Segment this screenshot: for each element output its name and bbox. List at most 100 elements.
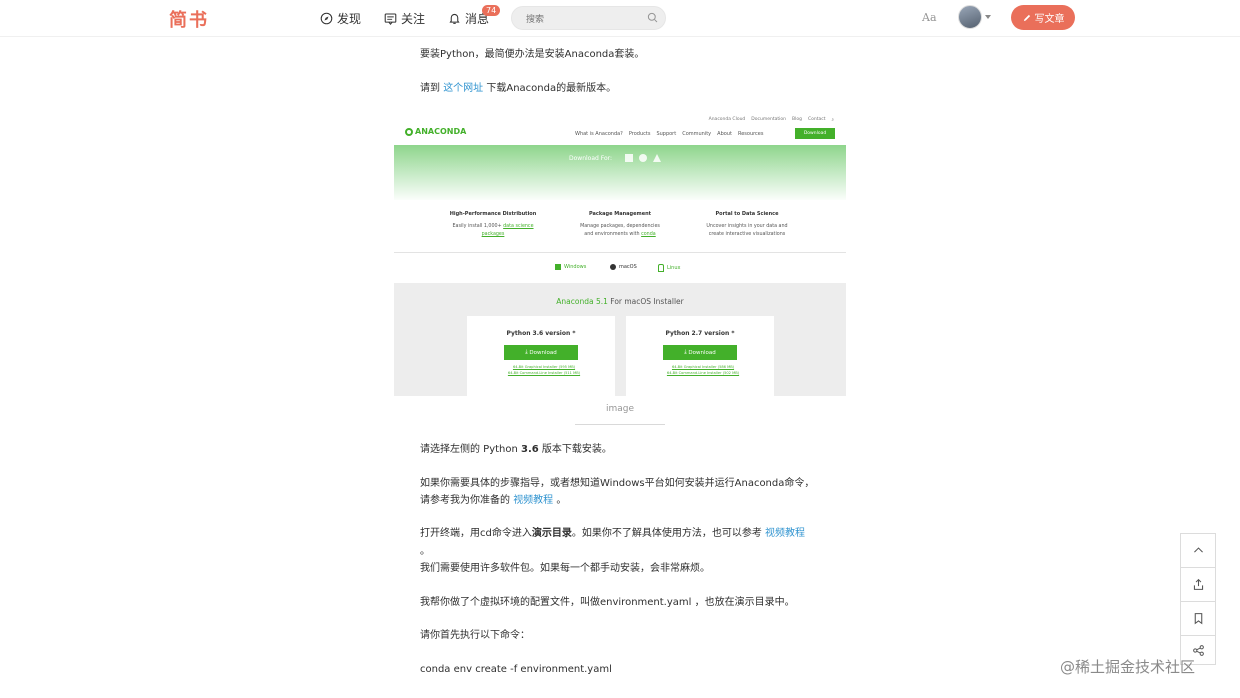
site-logo[interactable]: 简书 bbox=[169, 6, 209, 32]
card-button-label: Download bbox=[688, 349, 716, 356]
article-paragraph: 要装Python，最简便办法是安装Anaconda套装。 bbox=[420, 47, 644, 63]
top-link: Blog bbox=[792, 117, 802, 122]
article-paragraph: 请到 这个网址 下载Anaconda的最新版本。 bbox=[420, 81, 616, 97]
paragraph-text: 打开终端，用cd命令进入 bbox=[420, 528, 532, 539]
feature-title: High-Performance Distribution bbox=[449, 211, 537, 217]
side-toolbar bbox=[1180, 533, 1216, 665]
linux-icon bbox=[658, 264, 664, 272]
apple-icon bbox=[610, 264, 616, 270]
feature-link: conda bbox=[641, 232, 656, 237]
installer-title: For macOS Installer bbox=[607, 297, 684, 306]
feature-text: Manage packages, dependencies bbox=[580, 224, 660, 229]
top-link: Documentation bbox=[751, 117, 786, 122]
python27-card: Python 2.7 version * ⤓ Download 64-Bit G… bbox=[626, 316, 774, 396]
installer-link: 64-Bit Graphical Installer (586 MB) bbox=[671, 365, 735, 369]
article-paragraph: 如果你需要具体的步骤指导，或者想知道Windows平台如何安装并运行Anacon… bbox=[420, 476, 814, 492]
top-link: Contact bbox=[807, 117, 826, 122]
apple-icon bbox=[639, 154, 647, 162]
os-tabs: Windows macOS Linux bbox=[394, 252, 846, 285]
write-article-button[interactable]: 写文章 bbox=[1011, 5, 1075, 30]
card-button-label: Download bbox=[529, 349, 557, 356]
download-for-label: Download For: bbox=[569, 155, 613, 162]
image-caption: image bbox=[605, 404, 635, 414]
nav-messages[interactable]: 消息 74 bbox=[448, 5, 501, 27]
linux-icon bbox=[653, 154, 661, 162]
python36-card: Python 3.6 version * ⤓ Download 64-Bit G… bbox=[467, 316, 615, 396]
paragraph-text: 。 bbox=[553, 495, 567, 506]
bookmark-button[interactable] bbox=[1181, 602, 1215, 636]
feature-column: Package Management Manage packages, depe… bbox=[565, 210, 675, 239]
menu-item: Products bbox=[628, 131, 651, 137]
feature-column: High-Performance Distribution Easily ins… bbox=[438, 210, 548, 239]
nav-discover[interactable]: 发现 bbox=[320, 10, 361, 27]
bookmark-icon bbox=[1194, 613, 1202, 625]
message-count-badge: 74 bbox=[482, 5, 501, 16]
paragraph-text: 要装Python，最简便办法是安装Anaconda套装。 bbox=[420, 49, 645, 60]
video-tutorial-link[interactable]: 视频教程 bbox=[765, 528, 805, 539]
tab-label: Windows bbox=[564, 264, 587, 270]
paragraph-text: 请选择左侧的 Python bbox=[420, 444, 522, 455]
share-upload-button[interactable] bbox=[1181, 568, 1215, 602]
paragraph-text: 版本下载安装。 bbox=[538, 444, 612, 455]
anaconda-header: Anaconda Cloud Documentation Blog Contac… bbox=[394, 112, 846, 145]
installer-link: 64-Bit Command-Line Installer (502 MB) bbox=[666, 371, 740, 375]
back-to-top-button[interactable] bbox=[1181, 534, 1215, 568]
anaconda-logo: ANACONDA bbox=[405, 127, 466, 136]
anaconda-logo-text: ANACONDA bbox=[415, 127, 467, 136]
nav-discover-label: 发现 bbox=[337, 12, 362, 26]
paragraph-text: 。 bbox=[420, 546, 430, 557]
paragraph-text: 请到 bbox=[420, 83, 444, 94]
installer-link: 64-Bit Graphical Installer (595 MB) bbox=[512, 365, 576, 369]
article-paragraph: 请参考我为你准备的 视频教程 。 bbox=[420, 493, 566, 509]
video-tutorial-link[interactable]: 视频教程 bbox=[513, 495, 553, 506]
search-box bbox=[511, 6, 666, 31]
card-download-button: ⤓ Download bbox=[663, 345, 737, 360]
anaconda-top-links: Anaconda Cloud Documentation Blog Contac… bbox=[709, 117, 834, 123]
anaconda-download-screenshot[interactable]: Anaconda Cloud Documentation Blog Contac… bbox=[394, 112, 846, 396]
share-icon bbox=[1192, 644, 1204, 656]
card-download-button: ⤓ Download bbox=[504, 345, 578, 360]
download-banner: Download For: bbox=[394, 145, 846, 200]
card-title: Python 3.6 version * bbox=[506, 330, 576, 337]
feature-text: Easily install 1,000+ bbox=[452, 224, 504, 229]
windows-icon bbox=[625, 154, 633, 162]
menu-item: Resources bbox=[737, 131, 764, 137]
feature-title: Package Management bbox=[588, 211, 652, 217]
paragraph-text: 请你首先执行以下命令： bbox=[420, 630, 530, 641]
share-upload-icon bbox=[1193, 578, 1203, 590]
installer-version: Anaconda 5.1 bbox=[556, 297, 608, 306]
nav-follow[interactable]: 关注 bbox=[384, 10, 425, 27]
tab-windows: Windows bbox=[555, 264, 586, 270]
installer-section: Anaconda 5.1 For macOS Installer Python … bbox=[394, 283, 846, 396]
paragraph-text: 如果你需要具体的步骤指导，或者想知道Windows平台如何安装并运行Anacon… bbox=[420, 478, 815, 489]
follow-icon bbox=[384, 13, 397, 25]
pen-icon bbox=[1023, 14, 1030, 21]
article-paragraph: 我帮你做了个虚拟环境的配置文件，叫做environment.yaml ，也放在演… bbox=[420, 595, 795, 611]
font-settings-toggle[interactable]: Aa bbox=[922, 11, 937, 24]
feature-title: Portal to Data Science bbox=[715, 211, 779, 217]
installer-link: 64-Bit Command-Line Installer (511 MB) bbox=[507, 371, 581, 375]
anaconda-ring-icon bbox=[405, 127, 413, 136]
article-paragraph: 打开终端，用cd命令进入演示目录。如果你不了解具体使用方法，也可以参考 视频教程 bbox=[420, 526, 805, 542]
tab-macos: macOS bbox=[610, 264, 637, 270]
feature-text: Uncover insights in your data and bbox=[706, 224, 788, 229]
feature-text: create interactive visualizations bbox=[708, 232, 786, 237]
search-input[interactable] bbox=[512, 9, 636, 31]
article-paragraph: 请你首先执行以下命令： bbox=[420, 628, 530, 644]
search-icon[interactable] bbox=[647, 12, 658, 23]
menu-item: Support bbox=[656, 131, 677, 137]
card-title: Python 2.7 version * bbox=[665, 330, 735, 337]
top-link: Anaconda Cloud bbox=[708, 117, 746, 122]
article-paragraph: 请选择左侧的 Python 3.6 版本下载安装。 bbox=[420, 442, 612, 458]
menu-item: About bbox=[717, 131, 732, 137]
caption-divider bbox=[575, 424, 665, 425]
chevron-down-icon[interactable] bbox=[985, 15, 991, 19]
user-avatar[interactable] bbox=[958, 5, 982, 29]
anaconda-site-link[interactable]: 这个网址 bbox=[443, 83, 483, 94]
paragraph-text: 。如果你不了解具体使用方法，也可以参考 bbox=[571, 528, 766, 539]
feature-column: Portal to Data Science Uncover insights … bbox=[692, 210, 802, 239]
article-paragraph: 。 bbox=[420, 544, 430, 560]
compass-icon bbox=[320, 12, 333, 25]
nav-follow-label: 关注 bbox=[401, 12, 426, 26]
bell-icon bbox=[449, 13, 460, 24]
